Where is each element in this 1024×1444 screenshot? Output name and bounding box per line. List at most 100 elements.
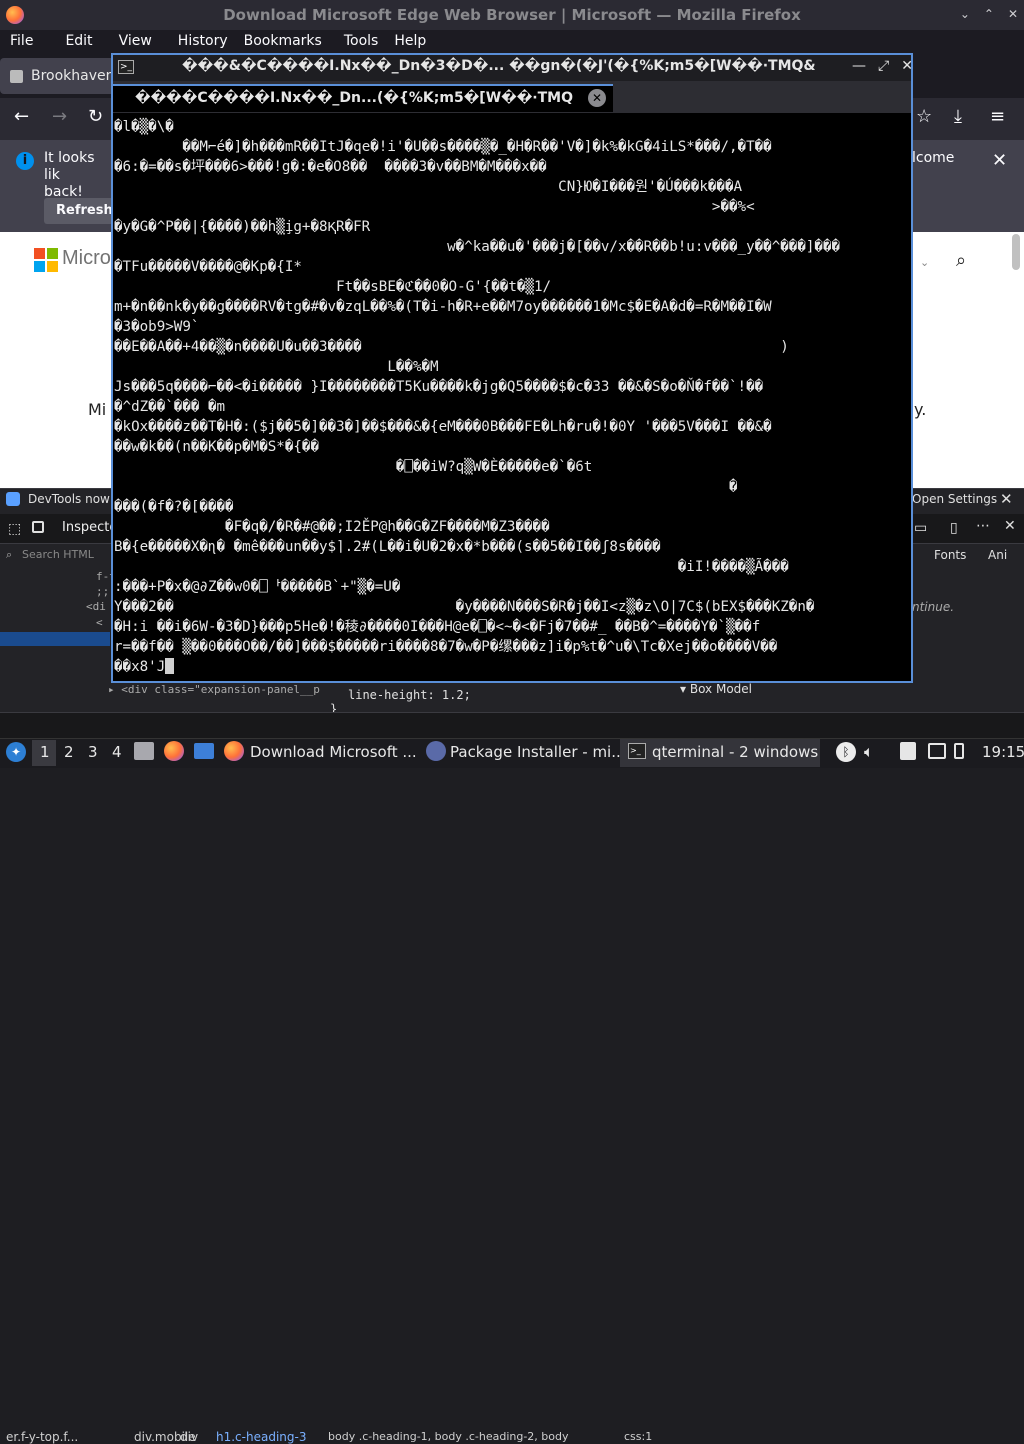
devtools-breadcrumb-bar: er.f-y-top.f... div.mobile div h1.c-head… [0, 712, 1024, 1444]
clock[interactable]: 19:15 [982, 743, 1024, 761]
notification-close-icon[interactable]: ✕ [992, 150, 1007, 171]
open-settings-button[interactable]: Open Settings [912, 492, 997, 506]
volume-icon[interactable]: 🔈︎ [864, 742, 874, 762]
taskbar-window-firefox[interactable]: Download Microsoft ... [250, 743, 417, 761]
search-icon: ⌕ [6, 548, 13, 561]
window-title: Download Microsoft Edge Web Browser | Mi… [223, 6, 801, 24]
terminal-output[interactable]: �l�▒�\� ��M⌐é�]�h���mR��ItJ�qe�!i'�U��s�… [114, 117, 910, 679]
terminal-line: �3�ob9>W9` [114, 319, 200, 335]
terminal-line: �l�▒�\� [114, 119, 174, 135]
terminal-line: Ft��sBE�ℭ��0�O-G'{��t�▒1/ [114, 279, 552, 295]
tree-line-2[interactable]: ;; [96, 585, 109, 598]
back-icon[interactable]: ← [14, 106, 29, 127]
css-declaration[interactable]: line-height: 1.2; [348, 688, 471, 702]
devtools-close-icon[interactable]: ✕ [1004, 518, 1016, 534]
menu-file[interactable]: File [0, 30, 43, 52]
firefox-logo-icon [6, 6, 24, 24]
tree-line-4[interactable]: < [96, 616, 103, 629]
maximize-icon[interactable]: ⌃ [984, 7, 994, 21]
tab-close-icon[interactable]: ✕ [588, 89, 606, 107]
continue-text: ntinue. [912, 600, 955, 614]
close-icon[interactable]: ✕ [901, 58, 913, 74]
menu-help[interactable]: Help [388, 30, 436, 52]
workspace-4[interactable]: 4 [112, 743, 122, 761]
terminal-line: ��E��A��+4��▒�n����U�u��3���� ) [114, 339, 789, 355]
notification-text: It looks lik back! [44, 150, 95, 200]
maximize-icon[interactable]: ⤢ [878, 58, 889, 74]
file-manager-icon[interactable] [134, 742, 154, 760]
page-search-icon[interactable]: ⌕ [956, 250, 966, 271]
terminal-line: ��M⌐é�]�h���mR��ItJ�qe�!i'�U��s����▒�_�H… [114, 139, 772, 155]
page-scrollbar[interactable] [1012, 234, 1020, 270]
breadcrumb-item[interactable]: div [180, 1430, 198, 1444]
tree-line-3[interactable]: <di [86, 600, 106, 613]
network-icon[interactable] [928, 743, 946, 759]
minimize-icon[interactable]: — [852, 58, 866, 74]
menu-tools[interactable]: Tools [332, 30, 389, 52]
menu-edit[interactable]: Edit [43, 30, 102, 52]
minimize-icon[interactable]: ⌄ [960, 7, 970, 21]
tree-line-expansion[interactable]: ▸ <div class="expansion-panel__p [108, 683, 320, 696]
terminal-tab[interactable]: ����C����I.Nx��_Dn...(�{%K;m5�[W��⋅TMQ [113, 84, 613, 112]
terminal-window-controls: — ⤢ ✕ [852, 58, 913, 74]
menu-history[interactable]: History [162, 30, 238, 52]
start-menu-icon[interactable]: ✦ [6, 742, 26, 762]
info-icon: i [16, 152, 34, 170]
tab-inspector[interactable]: Inspecto [62, 520, 117, 535]
firefox-title-bar: Download Microsoft Edge Web Browser | Mi… [0, 0, 1024, 30]
bookmark-star-icon[interactable]: ☆ [916, 106, 932, 127]
reload-icon[interactable]: ↻ [88, 106, 103, 127]
terminal-line: �H:i ��i�6W-�3�D}���p5He�!�稜∂����0I���H@… [114, 619, 761, 635]
taskbar-window-qterminal[interactable]: qterminal - 2 windows [652, 743, 818, 761]
selected-tree-node[interactable] [0, 632, 110, 646]
terminal-line: ���(�f�?�[���� [114, 499, 234, 515]
breadcrumb-item[interactable]: er.f-y-top.f... [6, 1430, 78, 1444]
box-model-header[interactable]: ▾ Box Model [680, 682, 752, 696]
forward-icon[interactable]: → [52, 106, 67, 127]
tab-animations[interactable]: Ani [988, 548, 1007, 562]
layout-icon[interactable]: ▭ [914, 520, 927, 536]
terminal-line: m+�n��nk�y��g����RV�tg�#�v�zqL��%�(T�i-h… [114, 299, 772, 315]
terminal-line: �F�q�/�R�#@��;I2ĚP@h��G�ZF����M�Z3���� [114, 519, 550, 535]
desktop-icon[interactable] [194, 743, 214, 759]
terminal-line: �6:�=��s�坪���6>���!g�:�e�O8�� ����3�v��B… [114, 159, 547, 175]
bluetooth-icon[interactable]: ᛒ [836, 742, 856, 762]
tab-fonts[interactable]: Fonts [934, 548, 966, 562]
page-heading-fragment: Mi [88, 400, 107, 419]
workspace-3[interactable]: 3 [88, 743, 98, 761]
close-icon[interactable]: ✕ [1008, 7, 1018, 21]
terminal-line: Y���2�� �y����N���S�R�j��I<z▒�z\O|7C$(bE… [114, 599, 815, 615]
terminal-cursor [165, 658, 175, 674]
terminal-line: r=��f�� ▒��0���O��/��]���$�����ri����8�7… [114, 639, 778, 655]
menu-bar: File Edit View History Bookmarks Tools H… [0, 30, 1024, 52]
window-controls: ⌄ ⌃ ✕ [960, 7, 1018, 21]
html-search-input[interactable]: Search HTML [0, 544, 110, 566]
clipboard-icon[interactable] [900, 742, 916, 760]
brand-text[interactable]: Micro [62, 247, 111, 270]
terminal-line: ��w�k��(n��K��p�M�S*�{�� [114, 439, 319, 455]
taskbar-window-package-installer[interactable]: Package Installer - mi... [450, 743, 626, 761]
more-options-icon[interactable]: ⋯ [976, 518, 990, 534]
firefox-launcher-icon[interactable] [164, 741, 184, 761]
devtools-banner-text: DevTools now f [28, 492, 118, 506]
responsive-icon[interactable]: ▯ [950, 520, 958, 536]
workspace-1[interactable]: 1 [40, 743, 50, 761]
page-heading-end: y. [914, 400, 927, 419]
css-source-link[interactable]: css:1 [624, 1430, 652, 1443]
banner-close-icon[interactable]: ✕ [1000, 490, 1013, 508]
refresh-button[interactable]: Refresh [44, 198, 114, 224]
notification-text-right: lcome [912, 150, 955, 166]
menu-bookmarks[interactable]: Bookmarks [238, 30, 332, 52]
css-selector-text: body .c-heading-1, body .c-heading-2, bo… [328, 1430, 569, 1443]
firefox-window-icon [224, 741, 244, 761]
workspace-2[interactable]: 2 [64, 743, 74, 761]
battery-icon[interactable] [954, 743, 964, 759]
downloads-icon[interactable]: ⤓ [954, 106, 962, 127]
menu-hamburger-icon[interactable]: ≡ [990, 106, 1005, 127]
menu-view[interactable]: View [103, 30, 162, 52]
chevron-down-icon[interactable]: ⌄ [920, 256, 929, 269]
element-picker-icon[interactable]: ⬚ [8, 521, 21, 537]
breadcrumb-item-active[interactable]: h1.c-heading-3 [216, 1430, 306, 1444]
tab-favicon-icon [10, 69, 23, 83]
microsoft-logo-icon[interactable] [34, 248, 58, 272]
